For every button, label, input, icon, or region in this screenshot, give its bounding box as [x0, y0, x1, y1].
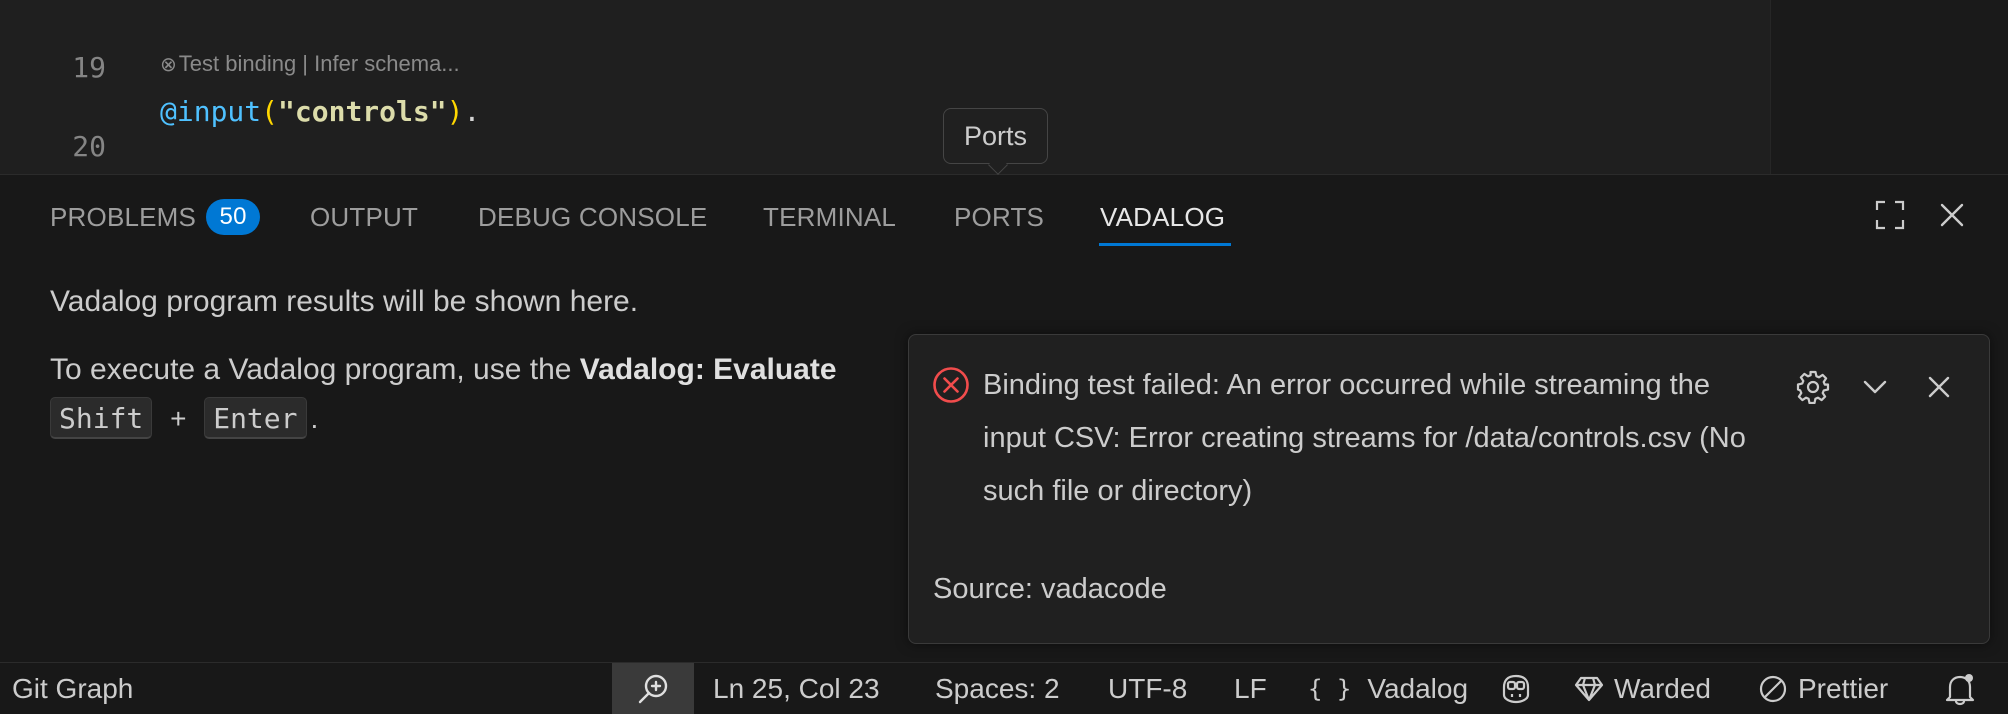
code-line-20[interactable]: 20 @bind("controls", "csv useHeaders=tru… — [0, 81, 1760, 163]
key-shift: Shift — [50, 397, 153, 439]
tab-terminal[interactable]: TERMINAL — [763, 175, 896, 247]
end-of-line[interactable]: LF — [1234, 663, 1267, 714]
key-plus: + — [170, 403, 187, 434]
zoom-in-icon[interactable] — [612, 663, 694, 714]
tab-label: PROBLEMS — [50, 202, 197, 232]
notification-source: Source: vadacode — [933, 573, 1167, 605]
file-encoding[interactable]: UTF-8 — [1108, 663, 1187, 714]
active-tab-indicator — [1099, 243, 1231, 246]
language-label: Vadalog — [1367, 673, 1469, 704]
execution-hint-prefix: To execute a Vadalog program, use the — [50, 353, 580, 386]
code-line-21[interactable]: 21 @mapping("controls",0,"Controller","s… — [0, 125, 1760, 169]
indentation-spaces[interactable]: Spaces: 2 — [935, 663, 1060, 714]
gem-icon — [1574, 676, 1604, 702]
error-notification: Binding test failed: An error occurred w… — [908, 334, 1990, 644]
codelens-separator: | — [296, 51, 315, 76]
execution-hint: To execute a Vadalog program, use the Va… — [50, 353, 837, 387]
error-icon — [931, 365, 971, 405]
codelens: ⊗Test binding | Infer schema... — [160, 48, 460, 80]
copilot-icon[interactable] — [1498, 663, 1534, 714]
maximize-icon[interactable] — [1870, 195, 1910, 235]
circle-x-icon: ⊗ — [160, 54, 177, 76]
cursor-position[interactable]: Ln 25, Col 23 — [713, 663, 880, 714]
key-suffix: . — [310, 403, 319, 434]
notification-message: Binding test failed: An error occurred w… — [983, 369, 1746, 507]
codelens-infer-schema[interactable]: Infer schema... — [314, 51, 460, 76]
braces-icon: { } — [1308, 675, 1352, 703]
code-line-19[interactable]: 19 @input("controls"). — [0, 2, 1760, 128]
warded-label: Warded — [1614, 673, 1712, 704]
language-mode[interactable]: { } Vadalog — [1308, 663, 1468, 714]
close-icon[interactable] — [1932, 195, 1972, 235]
vadalog-intro-text: Vadalog program results will be shown he… — [50, 285, 639, 318]
tab-vadalog[interactable]: VADALOG — [1100, 175, 1225, 247]
status-bar: Git Graph Ln 25, Col 23 Spaces: 2 UTF-8 … — [0, 662, 2008, 714]
gear-icon[interactable] — [1793, 367, 1833, 407]
tab-output[interactable]: OUTPUT — [310, 175, 418, 247]
keyboard-shortcut: Shift + Enter. — [50, 397, 318, 439]
prettier-disabled-icon — [1759, 675, 1787, 703]
warded-item[interactable]: Warded — [1574, 663, 1711, 714]
minimap[interactable] — [1770, 0, 2008, 174]
key-enter: Enter — [204, 397, 307, 439]
chevron-down-icon[interactable] — [1855, 367, 1895, 407]
git-graph-item[interactable]: Git Graph — [12, 663, 133, 714]
tab-ports[interactable]: PORTS — [954, 175, 1044, 247]
tab-problems[interactable]: PROBLEMS 50 — [50, 175, 261, 247]
evaluate-command-name: Vadalog: Evaluate — [579, 353, 837, 386]
prettier-item[interactable]: Prettier — [1758, 663, 1888, 714]
problems-count-badge: 50 — [206, 199, 261, 235]
prettier-label: Prettier — [1798, 673, 1889, 704]
bell-icon[interactable] — [1944, 663, 1976, 714]
tab-debug-console[interactable]: DEBUG CONSOLE — [478, 175, 707, 247]
codelens-test-binding[interactable]: Test binding — [179, 51, 296, 76]
close-icon[interactable] — [1919, 367, 1959, 407]
